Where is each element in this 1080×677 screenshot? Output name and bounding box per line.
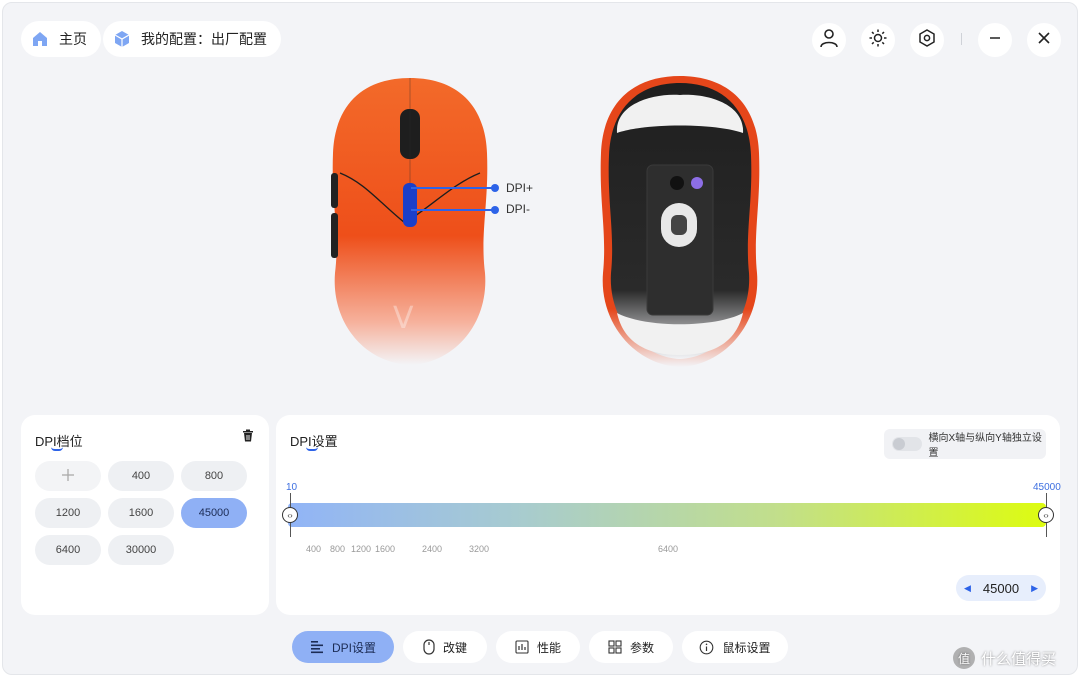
- title-underline: [306, 447, 318, 451]
- independent-axis-toggle[interactable]: [892, 437, 923, 451]
- nav-label: 性能: [536, 640, 561, 655]
- dpi-down-callout-line: [411, 209, 493, 211]
- user-button[interactable]: [812, 23, 846, 57]
- settings-button[interactable]: [910, 23, 944, 57]
- mouse-icon: [423, 639, 435, 655]
- nav-key-remap[interactable]: 改键: [403, 631, 487, 663]
- home-button[interactable]: 主页: [21, 21, 101, 57]
- dpi-tick-label: 400: [306, 544, 322, 554]
- grid-icon: [608, 640, 622, 654]
- info-icon: [699, 640, 714, 655]
- nav-label: DPI设置: [331, 640, 376, 655]
- add-dpi-level-button[interactable]: [35, 461, 101, 491]
- profile-label: 我的配置：出厂配置: [141, 31, 267, 47]
- dpi-level-button[interactable]: 1200: [35, 498, 101, 528]
- toggle-knob: [893, 438, 905, 450]
- dpi-value-stepper[interactable]: ◀ 45000 ▶: [956, 575, 1046, 601]
- dpi-up-label: DPI+: [506, 181, 534, 195]
- mouse-top-view: V: [325, 73, 495, 368]
- trash-icon[interactable]: [242, 429, 254, 447]
- hexagon-settings-icon: [917, 28, 937, 53]
- brightness-button[interactable]: [861, 23, 895, 57]
- header-divider: [961, 33, 962, 45]
- dpi-current-value[interactable]: 45000: [983, 581, 1019, 596]
- dpi-levels-card: DPI档位 400 800 1200 1600 45000 6400 30000: [21, 415, 269, 615]
- minimize-icon: [987, 30, 1003, 51]
- nav-dpi-settings[interactable]: DPI设置: [292, 631, 394, 663]
- minimize-button[interactable]: [978, 23, 1012, 57]
- dpi-tick-label: 2400: [422, 544, 443, 554]
- home-icon: [29, 28, 51, 50]
- dpi-settings-title: DPI设置: [290, 431, 338, 451]
- dpi-levels-title: DPI档位: [35, 431, 83, 451]
- app-window: 主页 我的配置：出厂配置 V DPI+ DPI- DPI档位 400 800 1…: [2, 2, 1078, 675]
- dpi-tick-label: 6400: [658, 544, 679, 554]
- dpi-level-button[interactable]: 800: [181, 461, 247, 491]
- nav-performance[interactable]: 性能: [496, 631, 580, 663]
- dpi-slider-max-handle[interactable]: ‹›: [1038, 507, 1054, 523]
- dpi-settings-card: DPI设置 横向X轴与纵向Y轴独立设置 10 45000 ‹› ‹› 400 8…: [276, 415, 1061, 615]
- nav-mouse-settings[interactable]: 鼠标设置: [682, 631, 788, 663]
- dpi-max-label: 45000: [1033, 482, 1061, 493]
- decrease-arrow-icon[interactable]: ◀: [964, 583, 971, 594]
- dpi-level-button-selected[interactable]: 45000: [181, 498, 247, 528]
- user-icon: [819, 28, 839, 53]
- dpi-slider-track[interactable]: [288, 503, 1046, 527]
- nav-label: 鼠标设置: [722, 640, 771, 655]
- dpi-min-label: 10: [286, 482, 298, 493]
- mouse-bottom-view: [595, 73, 765, 368]
- drag-handle-icon: ‹›: [287, 510, 293, 520]
- dpi-up-callout-dot: [491, 184, 499, 192]
- dpi-down-callout-dot: [491, 206, 499, 214]
- profile-button[interactable]: 我的配置：出厂配置: [103, 21, 281, 57]
- dpi-tick-label: 1200: [351, 544, 372, 554]
- cube-icon: [111, 28, 133, 50]
- dpi-tick-label: 800: [330, 544, 346, 554]
- watermark-text: 什么值得买: [981, 650, 1057, 668]
- bars-icon: [310, 640, 324, 654]
- drag-handle-icon: ‹›: [1043, 510, 1049, 520]
- dpi-level-button[interactable]: 6400: [35, 535, 101, 565]
- nav-parameters[interactable]: 参数: [589, 631, 673, 663]
- plus-icon: [61, 468, 75, 485]
- dpi-down-label: DPI-: [506, 202, 530, 216]
- dpi-level-button[interactable]: 1600: [108, 498, 174, 528]
- dpi-slider-min-handle[interactable]: ‹›: [282, 507, 298, 523]
- nav-label: 参数: [629, 640, 654, 655]
- dpi-level-button[interactable]: 30000: [108, 535, 174, 565]
- independent-axis-setting[interactable]: 横向X轴与纵向Y轴独立设置: [884, 429, 1046, 459]
- independent-axis-label: 横向X轴与纵向Y轴独立设置: [928, 433, 1042, 459]
- dpi-tick-label: 1600: [375, 544, 396, 554]
- increase-arrow-icon[interactable]: ▶: [1031, 583, 1038, 594]
- dpi-tick-label: 3200: [469, 544, 490, 554]
- watermark-logo-icon: 值: [953, 647, 975, 669]
- dpi-up-callout-line: [411, 187, 493, 189]
- close-icon: [1036, 30, 1052, 51]
- close-button[interactable]: [1027, 23, 1061, 57]
- chart-icon: [515, 640, 529, 654]
- watermark: 值 什么值得买: [953, 647, 1056, 669]
- dpi-level-button[interactable]: 400: [108, 461, 174, 491]
- nav-label: 改键: [442, 640, 467, 655]
- title-underline: [51, 447, 63, 451]
- svg-text:V: V: [393, 301, 414, 336]
- home-label: 主页: [59, 31, 87, 47]
- sun-icon: [868, 28, 888, 53]
